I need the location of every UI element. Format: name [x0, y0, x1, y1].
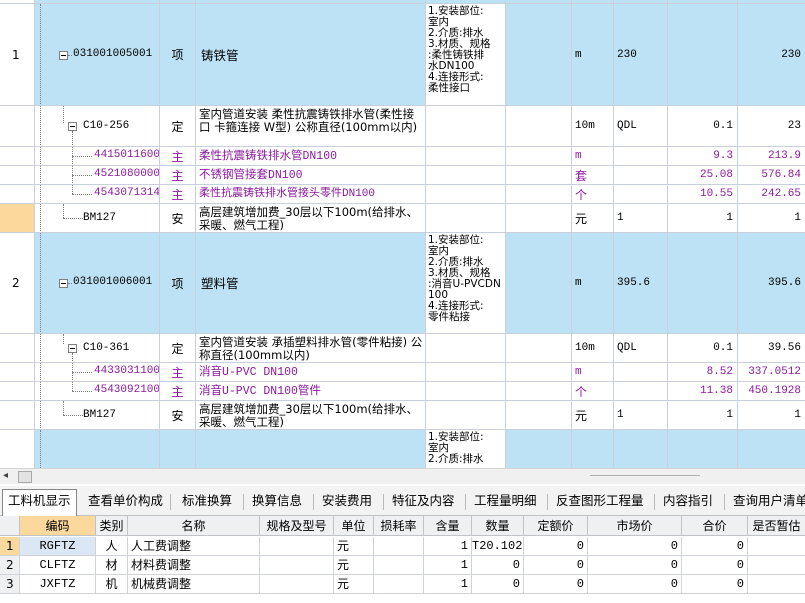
tab-features-content[interactable]: 特征及内容: [387, 490, 460, 514]
table-row[interactable]: 2 031001006001 项 塑料管 1.安装部位: 室内 2.介质:排水 …: [0, 233, 805, 334]
tab-conversion-info[interactable]: 换算信息: [247, 490, 307, 514]
tab-reverse-graphic-quantity[interactable]: 反查图形工程量: [551, 490, 649, 514]
col-header-provisional[interactable]: 是否暂估: [748, 516, 805, 536]
table-row[interactable]: 3 JXFTZ 机 机械费调整 元 1 0 0 0 0: [0, 575, 805, 594]
table-row[interactable]: C10-361 定 室内管道安装 承插塑料排水管(零件粘接) 公称直径(100m…: [0, 334, 805, 363]
row-number: 1: [0, 4, 35, 105]
tab-installation-fee[interactable]: 安装费用: [317, 490, 377, 514]
table-row[interactable]: 1.安装部位: 室内 2.介质:排水: [0, 430, 805, 468]
item-features: 1.安装部位: 室内 2.介质:排水 3.材质、规格 :柔性铸铁排 水DN100…: [428, 5, 491, 94]
row-number: 2: [0, 233, 35, 333]
corner-header: [0, 516, 20, 536]
table-row[interactable]: 2 CLFTZ 材 材料费调整 元 1 0 0 0 0: [0, 556, 805, 575]
item-features: 1.安装部位: 室内 2.介质:排水 3.材质、规格 :消音U-PVCDN 10…: [428, 234, 501, 323]
col-header-loss-rate[interactable]: 损耗率: [374, 516, 424, 536]
collapse-toggle-icon[interactable]: [59, 51, 68, 60]
table-row[interactable]: BM127 安 高层建筑增加费_30层以下100m(给排水、采暖、燃气工程) 元…: [0, 401, 805, 430]
col-header-market-price[interactable]: 市场价: [588, 516, 682, 536]
tab-quantity-details[interactable]: 工程量明细: [469, 490, 542, 514]
table-row[interactable]: 4543092100 主 消音U-PVC DN100管件 个 11.38 450…: [0, 382, 805, 401]
col-header-quota-price[interactable]: 定额价: [524, 516, 588, 536]
item-quantity[interactable]: 230: [614, 4, 668, 105]
material-name[interactable]: 消音U-PVC DN100管件: [196, 385, 321, 398]
item-code: 031001005001: [73, 48, 153, 60]
collapse-toggle-icon[interactable]: [68, 122, 77, 131]
tab-standard-conversion[interactable]: 标准换算: [177, 490, 237, 514]
material-name[interactable]: 柔性抗震铸铁排水管接头零件DN100: [196, 188, 375, 201]
table-row[interactable]: 4521080000 主 不锈钢管接套DN100 套 25.08 576.84: [0, 166, 805, 185]
item-code: 031001006001: [73, 276, 153, 288]
item-type: 项: [160, 4, 196, 105]
bill-items-grid: 1 031001005001 项 铸铁管 1.安装部位: 室内 2.介质:排水 …: [0, 0, 805, 468]
table-row[interactable]: 4543071314 主 柔性抗震铸铁排水管接头零件DN100 个 10.55 …: [0, 185, 805, 204]
item-code: C10-361: [83, 342, 130, 354]
item-unit: m: [572, 4, 614, 105]
table-row[interactable]: 1 RGFTZ 人 人工费调整 元 1 T20.102 0 0 0: [0, 537, 805, 556]
detail-tabs: 工料机显示 查看单价构成 标准换算 换算信息 安装费用 特征及内容 工程量明细 …: [0, 486, 805, 516]
item-name[interactable]: 塑料管: [196, 276, 239, 290]
material-name[interactable]: 消音U-PVC DN100: [196, 366, 298, 379]
collapse-toggle-icon[interactable]: [68, 344, 77, 353]
tab-content-guide[interactable]: 内容指引: [658, 490, 718, 514]
table-row[interactable]: 4415011600 主 柔性抗震铸铁排水管DN100 m 9.3 213.9: [0, 147, 805, 166]
material-code: 4521080000: [94, 168, 160, 180]
item-total-quantity: 230: [781, 48, 801, 61]
tab-query-user-list[interactable]: 查询用户清单: [728, 490, 805, 514]
item-name[interactable]: 高层建筑增加费_30层以下100m(给排水、采暖、燃气工程): [196, 204, 425, 232]
horizontal-scrollbar[interactable]: ◂: [0, 468, 805, 484]
table-row[interactable]: C10-256 定 室内管道安装 柔性抗震铸铁排水管(柔性接口 卡箍连接 W型)…: [0, 106, 805, 147]
scrollbar-thumb[interactable]: [18, 471, 32, 483]
material-code: 4543071314: [94, 187, 160, 199]
col-header-total[interactable]: 合价: [682, 516, 748, 536]
material-code: 4543092100: [94, 384, 160, 396]
col-header-spec[interactable]: 规格及型号: [260, 516, 334, 536]
col-header-content[interactable]: 含量: [424, 516, 472, 536]
item-name[interactable]: 铸铁管: [196, 48, 239, 62]
item-code: BM127: [83, 212, 117, 224]
col-header-code[interactable]: 编码: [20, 516, 96, 536]
splitter-grip[interactable]: [590, 475, 700, 476]
item-code: C10-256: [83, 120, 130, 132]
item-name[interactable]: 室内管道安装 柔性抗震铸铁排水管(柔性接口 卡箍连接 W型) 公称直径(100m…: [196, 106, 425, 134]
material-name[interactable]: 柔性抗震铸铁排水管DN100: [196, 150, 337, 163]
material-name[interactable]: 不锈钢管接套DN100: [196, 169, 303, 182]
item-code: BM127: [83, 409, 117, 421]
col-header-type[interactable]: 类别: [96, 516, 128, 536]
collapse-toggle-icon[interactable]: [59, 279, 68, 288]
col-header-name[interactable]: 名称: [128, 516, 260, 536]
tab-unit-price-breakdown[interactable]: 查看单价构成: [83, 490, 168, 514]
item-features: 1.安装部位: 室内 2.介质:排水: [428, 431, 484, 465]
table-row[interactable]: 4433031100 主 消音U-PVC DN100 m 8.52 337.05…: [0, 363, 805, 382]
col-header-quantity[interactable]: 数量: [472, 516, 524, 536]
table-row[interactable]: BM127 安 高层建筑增加费_30层以下100m(给排水、采暖、燃气工程) 元…: [0, 204, 805, 233]
col-header-unit[interactable]: 单位: [334, 516, 374, 536]
item-name[interactable]: 室内管道安装 承插塑料排水管(零件粘接) 公称直径(100mm以内): [196, 334, 425, 362]
resources-grid: 编码 类别 名称 规格及型号 单位 损耗率 含量 数量 定额价 市场价 合价 是…: [0, 516, 805, 603]
tab-resources[interactable]: 工料机显示: [2, 489, 77, 516]
material-code: 4433031100: [94, 365, 160, 377]
scroll-left-icon[interactable]: ◂: [3, 470, 8, 481]
material-code: 4415011600: [94, 149, 160, 161]
item-name[interactable]: 高层建筑增加费_30层以下100m(给排水、采暖、燃气工程): [196, 401, 425, 429]
row-number-selected: [0, 204, 35, 232]
table-row[interactable]: 1 031001005001 项 铸铁管 1.安装部位: 室内 2.介质:排水 …: [0, 4, 805, 106]
